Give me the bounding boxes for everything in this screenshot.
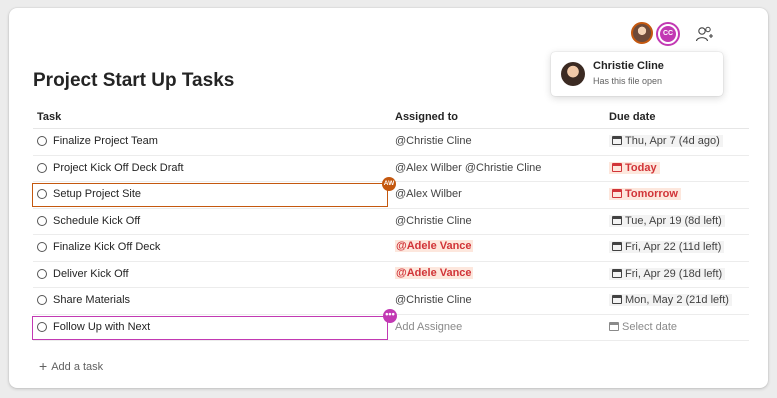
due-date[interactable]: Tue, Apr 19 (8d left) — [609, 214, 725, 227]
calendar-icon — [609, 321, 619, 331]
calendar-icon — [612, 215, 622, 225]
complete-radio[interactable] — [37, 242, 47, 252]
task-label[interactable]: Project Kick Off Deck Draft — [53, 162, 184, 174]
calendar-icon — [612, 136, 622, 145]
task-cell[interactable]: Share Materials — [33, 288, 390, 314]
collaborator-avatar-alex[interactable] — [631, 22, 653, 44]
header-task: Task — [37, 111, 62, 123]
table-row[interactable]: Finalize Kick Off Deck @Adele Vance Fri,… — [33, 235, 749, 262]
presence-name: Christie Cline — [593, 60, 664, 72]
select-date-field[interactable]: Select date — [609, 321, 677, 333]
complete-radio[interactable] — [37, 215, 47, 226]
calendar-icon — [612, 242, 622, 251]
presence-avatar — [561, 62, 585, 86]
assignee[interactable]: @Adele Vance — [395, 240, 473, 252]
table-header: Task Assigned to Due date — [33, 108, 749, 129]
collaborator-cursor-badge: AW — [382, 177, 396, 191]
presence-tooltip: Christie Cline Has this file open — [551, 52, 723, 96]
task-list-card: CC Christie Cline Has this file open Pro… — [9, 8, 768, 388]
calendar-icon — [612, 189, 622, 198]
complete-radio[interactable] — [37, 162, 47, 173]
collaborator-initials: CC — [660, 26, 676, 42]
add-task-button[interactable]: + Add a task — [39, 358, 103, 374]
calendar-icon — [612, 162, 622, 172]
complete-radio[interactable] — [37, 136, 47, 146]
table-row[interactable]: Follow Up with Next ••• Add Assignee Sel… — [32, 308, 749, 341]
header-due: Due date — [609, 111, 656, 123]
collaborator-avatar-christie[interactable]: CC — [656, 22, 680, 46]
due-date[interactable]: Mon, May 2 (21d left) — [609, 294, 732, 306]
due-date[interactable]: Today — [609, 161, 660, 174]
due-date[interactable]: Fri, Apr 22 (11d left) — [609, 241, 725, 253]
complete-radio[interactable] — [37, 268, 47, 279]
add-task-label: Add a task — [51, 361, 104, 373]
task-cell[interactable]: Follow Up with Next ••• — [32, 308, 397, 341]
complete-radio[interactable] — [37, 295, 47, 305]
assignee[interactable]: @Adele Vance — [395, 266, 473, 279]
task-table: Task Assigned to Due date Finalize Proje… — [32, 108, 749, 341]
assignee[interactable]: @Christie Cline — [395, 215, 472, 227]
assignee[interactable]: @Alex Wilber — [395, 188, 462, 200]
assignee[interactable]: @Christie Cline — [395, 294, 472, 306]
task-label[interactable]: Follow Up with Next — [53, 321, 150, 333]
add-assignee-field[interactable]: Add Assignee — [395, 321, 462, 333]
page-title: Project Start Up Tasks — [33, 70, 235, 91]
task-label[interactable]: Finalize Kick Off Deck — [53, 241, 160, 253]
assignee[interactable]: @Christie Cline — [395, 135, 472, 147]
task-cell[interactable]: Setup Project Site AW — [32, 177, 396, 208]
task-cell[interactable]: Finalize Project Team — [33, 129, 390, 155]
table-row[interactable]: Deliver Kick Off @Adele Vance Fri, Apr 2… — [33, 262, 749, 288]
share-people-icon[interactable] — [695, 25, 713, 43]
table-row[interactable]: Finalize Project Team @Christie Cline Th… — [33, 129, 749, 156]
task-label[interactable]: Setup Project Site — [53, 188, 141, 200]
task-label[interactable]: Share Materials — [53, 294, 130, 306]
calendar-icon — [612, 268, 622, 278]
task-cell[interactable]: Project Kick Off Deck Draft — [33, 156, 390, 182]
task-cell[interactable]: Finalize Kick Off Deck — [33, 235, 390, 261]
calendar-icon — [612, 295, 622, 304]
table-row[interactable]: Schedule Kick Off @Christie Cline Tue, A… — [33, 209, 749, 235]
header-assigned: Assigned to — [395, 111, 458, 123]
due-date[interactable]: Tomorrow — [609, 188, 681, 200]
task-cell[interactable]: Schedule Kick Off — [33, 209, 390, 235]
complete-radio[interactable] — [37, 321, 47, 332]
presence-status: Has this file open — [593, 76, 663, 86]
task-cell[interactable]: Deliver Kick Off — [33, 262, 390, 288]
assignee[interactable]: @Alex Wilber @Christie Cline — [395, 162, 541, 174]
task-label[interactable]: Schedule Kick Off — [53, 215, 140, 227]
table-row[interactable]: Setup Project Site AW @Alex Wilber Tomor… — [32, 177, 749, 209]
due-date[interactable]: Fri, Apr 29 (18d left) — [609, 267, 726, 280]
task-label[interactable]: Deliver Kick Off — [53, 268, 129, 280]
complete-radio[interactable] — [37, 189, 47, 199]
plus-icon: + — [39, 358, 48, 374]
due-date[interactable]: Thu, Apr 7 (4d ago) — [609, 135, 723, 147]
task-label[interactable]: Finalize Project Team — [53, 135, 158, 147]
